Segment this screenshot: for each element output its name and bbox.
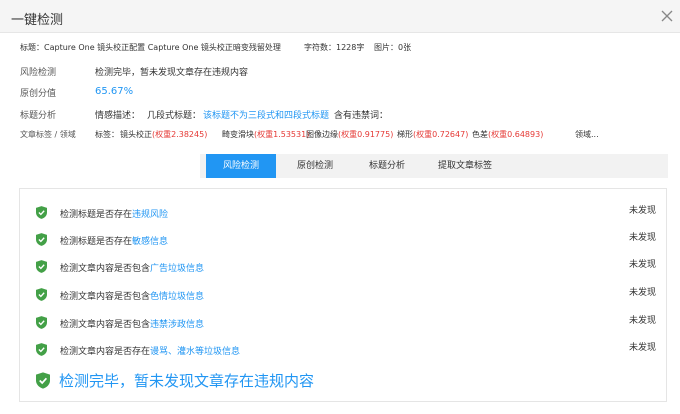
originality-value: 65.67% — [95, 86, 134, 97]
shield-check-icon — [36, 288, 47, 301]
meta-title-label: 标题： — [20, 43, 44, 52]
shield-check-icon — [36, 233, 47, 246]
check-row: 检测文章内容是否包含违禁涉政信息 未发现 — [20, 313, 668, 333]
tab-extract-tags[interactable]: 提取文章标签 — [420, 154, 510, 178]
check-status: 未发现 — [628, 316, 656, 326]
check-text: 检测文章内容是否存在谩骂、灌水等垃圾信息 — [60, 347, 241, 357]
segment-value: 该标题不为三段式和四段式标题 — [203, 111, 330, 121]
tags-row: 文章标签 / 领域 标签： 镜头校正(权重2.38245) 畸变滑块(权重1.5… — [0, 129, 680, 143]
dialog-title: 一键检测 — [11, 13, 64, 28]
shield-check-icon — [36, 316, 47, 329]
check-status: 未发现 — [628, 260, 656, 270]
risk-check-panel: 检测标题是否存在违规风险 未发现 检测标题是否存在敏感信息 未发现 检测文章内容… — [19, 188, 667, 402]
meta-row: 标题： Capture One 镜头校正配置 Capture One 镜头校正暗… — [0, 42, 680, 56]
shield-check-icon — [36, 372, 50, 389]
tab-title-analysis[interactable]: 标题分析 — [352, 154, 422, 178]
final-result-message: 检测完毕，暂未发现文章存在违规内容 — [59, 372, 315, 390]
check-row: 检测文章内容是否存在谩骂、灌水等垃圾信息 未发现 — [20, 340, 668, 360]
tag-item: 色差(权重0.64893) — [472, 130, 544, 139]
final-result-row: 检测完毕，暂未发现文章存在违规内容 — [20, 369, 668, 393]
sensitive-label: 含有违禁词： — [334, 111, 389, 121]
tab-bar: 风险检测 原创检测 标题分析 提取文章标签 — [200, 154, 668, 178]
shield-check-icon — [36, 206, 47, 219]
shield-check-icon — [36, 260, 47, 273]
check-text: 检测文章内容是否包含违禁涉政信息 — [60, 320, 205, 330]
check-status: 未发现 — [628, 288, 656, 298]
title-analysis-label: 标题分析 — [20, 111, 57, 121]
check-row: 检测标题是否存在违规风险 未发现 — [20, 203, 668, 223]
domain-label: 领域... — [575, 130, 599, 139]
segment-label: 几段式标题： — [147, 111, 202, 121]
emotion-label: 情感描述： — [95, 111, 141, 121]
meta-image-count: 图片：0张 — [374, 43, 412, 52]
check-status: 未发现 — [628, 233, 656, 243]
tags-label: 文章标签 / 领域 — [20, 130, 76, 139]
check-text: 检测标题是否存在违规风险 — [60, 210, 169, 220]
tags-prefix: 标签： — [95, 130, 119, 139]
meta-word-count: 字符数：1228字 — [304, 43, 365, 52]
shield-check-icon — [36, 343, 47, 356]
check-row: 检测文章内容是否包含广告垃圾信息 未发现 — [20, 257, 668, 277]
check-text: 检测标题是否存在敏感信息 — [60, 237, 169, 247]
risk-label: 风险检测 — [20, 68, 57, 78]
check-row: 检测标题是否存在敏感信息 未发现 — [20, 230, 668, 250]
meta-title-value: Capture One 镜头校正配置 Capture One 镜头校正暗变残留处… — [44, 43, 281, 52]
check-text: 检测文章内容是否包含色情垃圾信息 — [60, 292, 205, 302]
check-text: 检测文章内容是否包含广告垃圾信息 — [60, 264, 205, 274]
tab-originality-check[interactable]: 原创检测 — [280, 154, 350, 178]
tag-item: 畸变滑块(权重1.53531) — [222, 130, 310, 139]
originality-label: 原创分值 — [20, 89, 57, 99]
check-status: 未发现 — [628, 206, 656, 216]
tag-item: 图像边缘(权重0.91775) — [306, 130, 394, 139]
check-status: 未发现 — [628, 343, 656, 353]
close-icon[interactable] — [658, 7, 676, 25]
check-row: 检测文章内容是否包含色情垃圾信息 未发现 — [20, 285, 668, 305]
tag-item: 梯形(权重0.72647) — [397, 130, 469, 139]
dialog-header: 一键检测 — [0, 0, 680, 33]
tab-risk-check[interactable]: 风险检测 — [206, 154, 276, 178]
risk-value: 检测完毕，暂未发现文章存在违规内容 — [95, 68, 249, 78]
tag-item: 镜头校正(权重2.38245) — [120, 130, 208, 139]
detection-dialog: 一键检测 标题： Capture One 镜头校正配置 Capture One … — [0, 0, 680, 414]
